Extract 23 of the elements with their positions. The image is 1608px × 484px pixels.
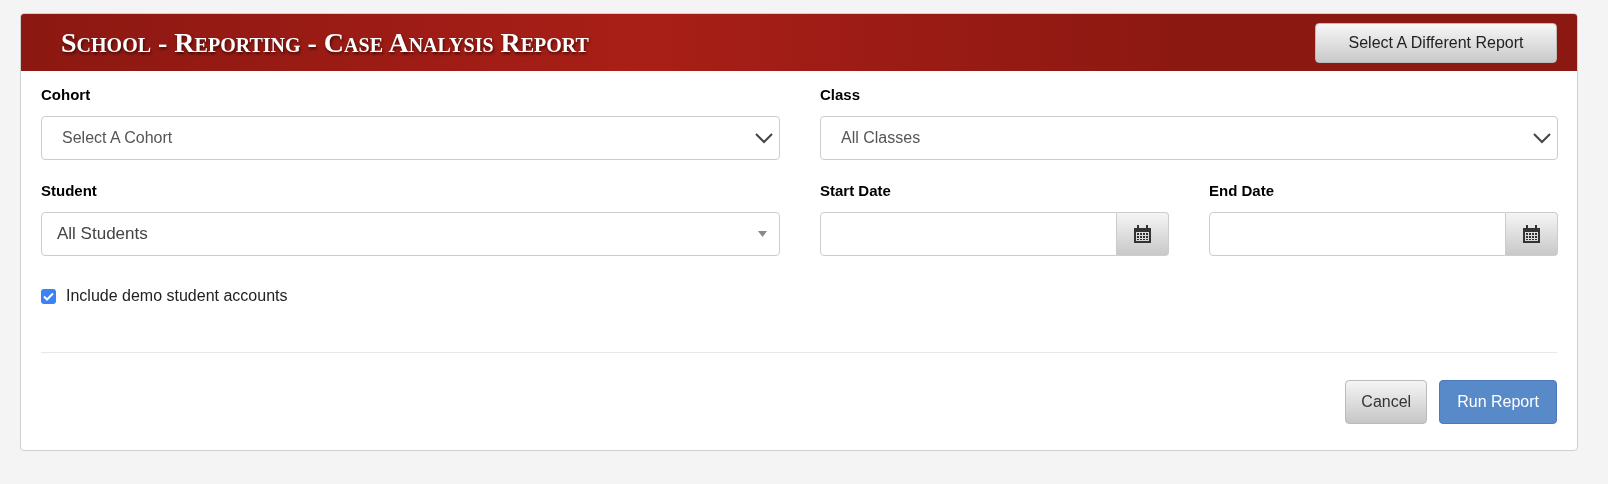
cancel-button[interactable]: Cancel <box>1345 380 1428 424</box>
dropdown[interactable]: All Students <box>41 212 780 256</box>
checkbox[interactable] <box>41 288 56 304</box>
dropdown[interactable]: Select A Cohort <box>41 116 780 160</box>
field-label: Cohort <box>41 85 91 105</box>
calendar-button[interactable] <box>1117 212 1169 256</box>
calendar-icon <box>1523 225 1540 243</box>
field-label: Student <box>41 181 97 201</box>
date-field[interactable] <box>820 212 1117 256</box>
chevron-down-icon <box>755 132 773 144</box>
date-field[interactable] <box>1209 212 1506 256</box>
dropdown[interactable]: All Classes <box>820 116 1558 160</box>
chevron-down-icon <box>1533 132 1551 144</box>
report-title: School - Reporting - Case Analysis Report <box>61 25 589 60</box>
field-label: Start Date <box>820 181 891 201</box>
run-button[interactable]: Run Report <box>1439 380 1557 424</box>
checkbox-label: Include demo student accounts <box>66 286 288 306</box>
calendar-button[interactable] <box>1506 212 1558 256</box>
select-report-button[interactable]: Select A Different Report <box>1315 22 1557 63</box>
field-label: Class <box>820 85 861 105</box>
caret-icon <box>758 231 767 237</box>
calendar-icon <box>1134 225 1151 243</box>
field-label: End Date <box>1209 181 1274 201</box>
